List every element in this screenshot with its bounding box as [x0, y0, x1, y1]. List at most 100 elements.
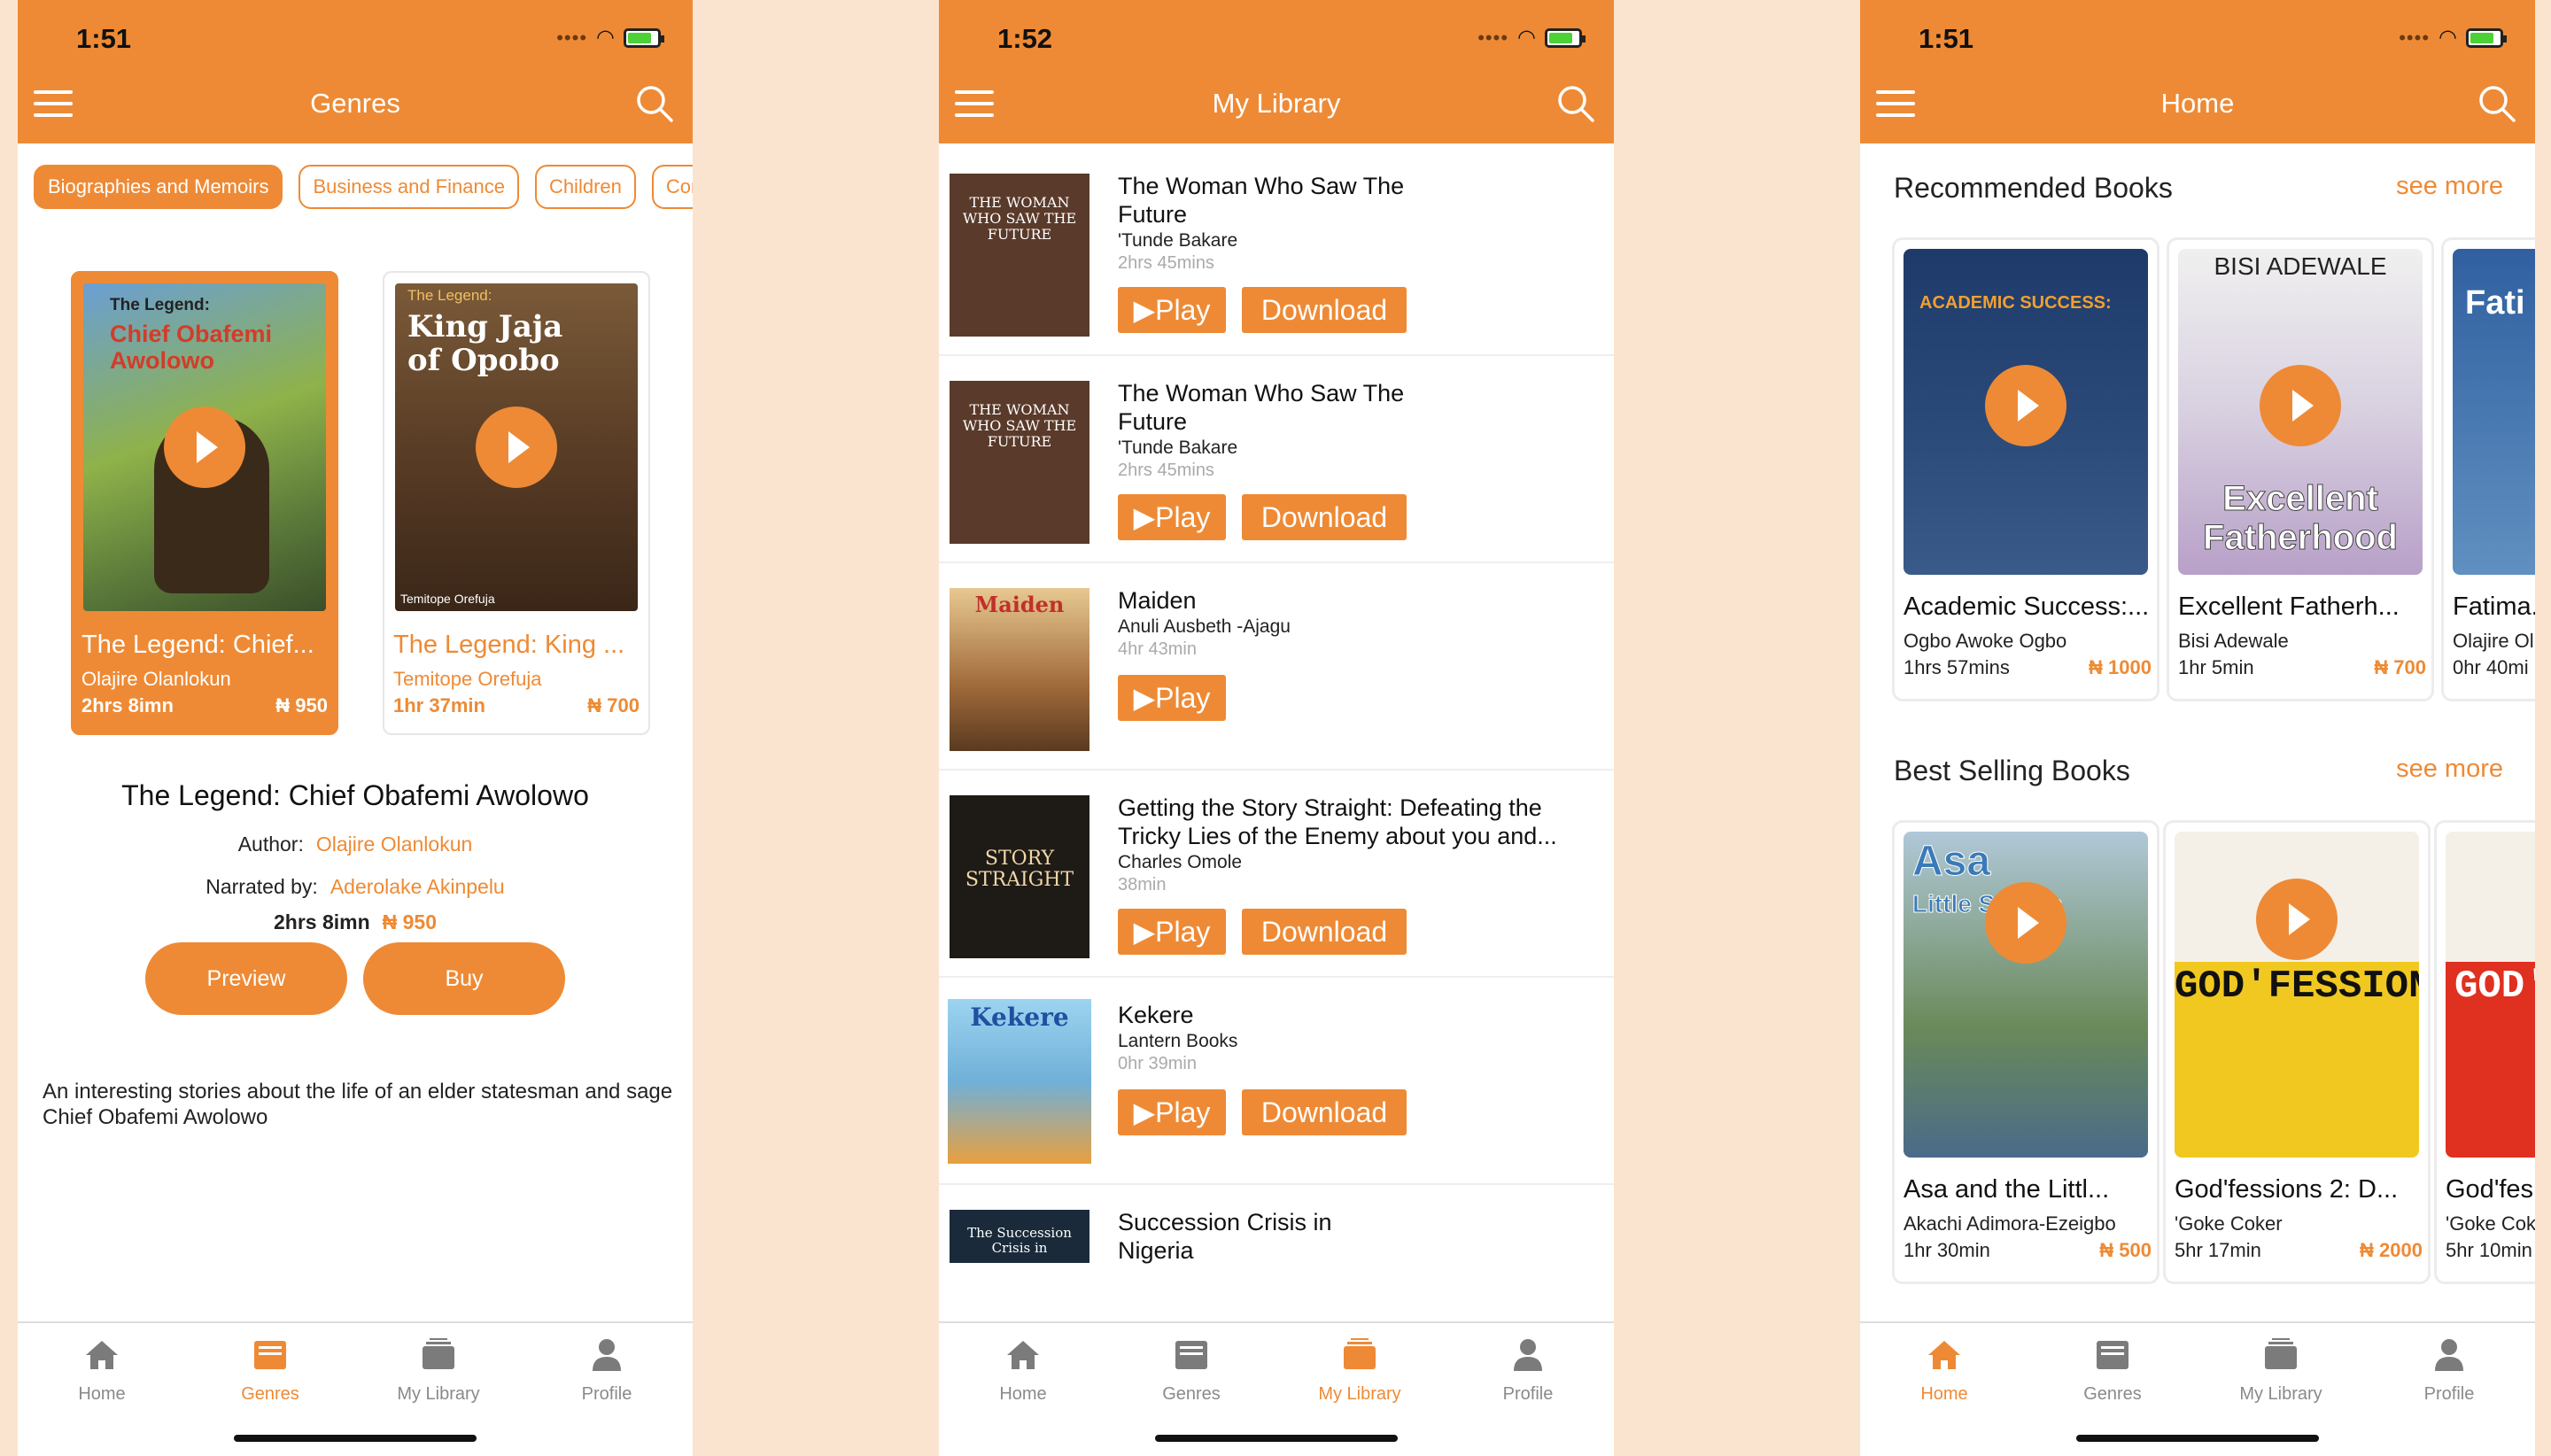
book-card[interactable]: GOD'F God'fes 'Goke Cok 5hr 10min [2434, 820, 2535, 1284]
download-button[interactable]: Download [1242, 287, 1407, 333]
detail-author[interactable]: Olajire Olanlokun [316, 833, 472, 856]
tab-genres[interactable]: Genres [186, 1330, 354, 1419]
tab-profile[interactable]: Profile [523, 1330, 691, 1419]
menu-icon[interactable] [34, 90, 73, 117]
tab-bar: Home Genres My Library Profile [939, 1321, 1614, 1456]
list-item[interactable]: THE WOMAN WHO SAW THE FUTURE The Woman W… [939, 356, 1614, 563]
buy-button[interactable]: Buy [363, 942, 565, 1015]
menu-icon[interactable] [1876, 90, 1915, 117]
menu-icon[interactable] [955, 90, 994, 117]
tab-bar: Home Genres My Library Profile [1860, 1321, 2535, 1456]
book-duration: 1hr 5min [2178, 656, 2254, 678]
tab-my-library[interactable]: My Library [2197, 1330, 2365, 1419]
list-item[interactable]: THE WOMAN WHO SAW THE FUTURE The Woman W… [939, 149, 1614, 356]
book-author: Charles Omole [1118, 852, 1243, 872]
book-author: Olajire Ol [2453, 630, 2534, 652]
cover-title: The Legend: [110, 296, 210, 314]
home-screen: 1:51 •••• ◠ Home Recommended Books see mo… [1860, 0, 2535, 1456]
play-button[interactable]: ▶Play [1118, 494, 1226, 540]
book-cover: BISI ADEWALE Excellent Fatherhood [2178, 249, 2423, 575]
book-card[interactable]: The Legend: Chief Obafemi Awolowo The Le… [71, 271, 338, 735]
status-time: 1:52 [997, 23, 1053, 54]
home-indicator [234, 1435, 477, 1442]
book-cover: ACADEMIC SUCCESS: [1904, 249, 2148, 575]
book-card[interactable]: Asa Little Stream Asa and the Littl... Ak… [1892, 820, 2159, 1284]
play-button[interactable]: ▶Play [1118, 1089, 1226, 1135]
book-author: 'Goke Coker [2175, 1212, 2283, 1235]
signal-icon: •••• [1477, 26, 1509, 49]
book-card[interactable]: ACADEMIC SUCCESS: Academic Success:... O… [1892, 237, 2159, 701]
see-more-link[interactable]: see more [2396, 755, 2503, 784]
download-button[interactable]: Download [1242, 909, 1407, 955]
detail-narrator[interactable]: Aderolake Akinpelu [330, 875, 505, 898]
tab-home[interactable]: Home [1860, 1330, 2028, 1419]
play-button[interactable] [1985, 364, 2066, 446]
book-title: Academic Success:... [1904, 592, 2150, 621]
book-duration: 2hrs 45mins [1118, 253, 1214, 273]
play-button[interactable]: ▶Play [1118, 675, 1226, 721]
see-more-link[interactable]: see more [2396, 172, 2503, 201]
home-indicator [2076, 1435, 2319, 1442]
book-duration: 2hrs 8imn [81, 694, 174, 716]
book-author: 'Tunde Bakare [1118, 438, 1238, 458]
list-item[interactable]: Kekere Kekere Lantern Books 0hr 39min ▶P… [939, 978, 1614, 1185]
play-button[interactable]: ▶Play [1118, 909, 1226, 955]
book-card[interactable]: The Legend: King Jaja of Opobo Temitope … [383, 271, 650, 735]
page-title: My Library [1212, 88, 1341, 119]
tab-profile[interactable]: Profile [2365, 1330, 2533, 1419]
book-title: Succession Crisis in Nigeria [1118, 1209, 1332, 1264]
wifi-icon: ◠ [2439, 26, 2457, 50]
list-item[interactable]: Maiden Maiden Anuli Ausbeth -Ajagu 4hr 4… [939, 563, 1614, 771]
genres-icon [254, 1341, 286, 1369]
tab-profile[interactable]: Profile [1444, 1330, 1612, 1419]
tab-home[interactable]: Home [939, 1330, 1107, 1419]
play-button[interactable]: ▶Play [1118, 287, 1226, 333]
status-time: 1:51 [76, 23, 132, 54]
book-duration: 1hr 30min [1904, 1239, 1990, 1261]
book-duration: 5hr 10min [2446, 1239, 2532, 1261]
tab-genres[interactable]: Genres [1107, 1330, 1276, 1419]
cover-subtitle: Chief Obafemi Awolowo [110, 321, 273, 374]
tab-my-library[interactable]: My Library [354, 1330, 523, 1419]
status-bar: 1:52 •••• ◠ [939, 0, 1614, 64]
genre-chip[interactable]: Business and Finance [299, 165, 519, 209]
genre-chip[interactable]: Children [534, 165, 636, 209]
book-card[interactable]: BISI ADEWALE Excellent Fatherhood Excelle… [2167, 237, 2434, 701]
play-button[interactable] [2260, 364, 2341, 446]
profile-icon [2435, 1339, 2463, 1371]
book-author: 'Goke Cok [2446, 1212, 2535, 1235]
search-icon[interactable] [2477, 83, 2517, 124]
play-button[interactable] [2256, 879, 2338, 961]
book-card[interactable]: Fati Fatima... Olajire Ol 0hr 40mi [2441, 237, 2535, 701]
page-title: Genres [310, 88, 400, 119]
download-button[interactable]: Download [1242, 1089, 1407, 1135]
play-button[interactable] [476, 407, 557, 488]
genre-chip[interactable]: Biographies and Memoirs [34, 165, 283, 209]
library-icon [1344, 1338, 1376, 1369]
book-cover: THE WOMAN WHO SAW THE FUTURE [950, 174, 1089, 337]
book-author: Ogbo Awoke Ogbo [1904, 630, 2067, 652]
play-button[interactable] [1985, 882, 2066, 964]
download-button[interactable]: Download [1242, 494, 1407, 540]
detail-author-row: Author: Olajire Olanlokun [237, 833, 473, 856]
tab-home[interactable]: Home [18, 1330, 186, 1419]
play-button[interactable] [164, 407, 245, 488]
tab-genres[interactable]: Genres [2028, 1330, 2197, 1419]
detail-meta-row: 2hrs 8imn ₦ 950 [18, 910, 693, 934]
book-duration: 38min [1118, 875, 1167, 895]
tab-my-library[interactable]: My Library [1276, 1330, 1444, 1419]
cover-subtitle: King Jaja of Opobo [407, 309, 563, 378]
book-cover: Maiden [950, 588, 1089, 751]
book-title: Fatima... [2453, 592, 2535, 621]
book-price: ₦ 700 [587, 694, 640, 716]
cover-title: The Legend: [407, 287, 492, 304]
book-card[interactable]: GOD'FESSIONS God'fessions 2: D... 'Goke … [2163, 820, 2431, 1284]
book-price: ₦ 1000 [2089, 656, 2152, 678]
search-icon[interactable] [634, 83, 675, 124]
preview-button[interactable]: Preview [145, 942, 347, 1015]
genre-chip[interactable]: Com [651, 165, 693, 209]
list-item[interactable]: STORY STRAIGHT Getting the Story Straigh… [939, 771, 1614, 978]
search-icon[interactable] [1555, 83, 1596, 124]
battery-icon [2466, 27, 2507, 48]
signal-icon: •••• [556, 26, 588, 49]
